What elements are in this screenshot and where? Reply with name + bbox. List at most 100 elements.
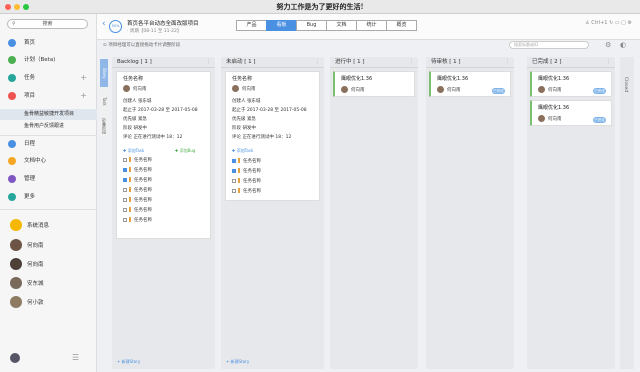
todo-item[interactable]: 任务名称 [123,177,152,184]
todo-item[interactable]: 任务名称 [123,187,152,194]
new-story-button[interactable]: + 新建Story [226,359,249,365]
view-tabs: 产品 看板 Bug 文档 统计 概览 [236,20,417,31]
add-bug-button[interactable]: ✚ 添加Bug [175,148,195,154]
stage-row: 阶段 研发中 [232,126,256,131]
tab-board[interactable]: 看板 [266,20,297,31]
nav-projects[interactable]: 项目 + [0,90,97,102]
closed-column[interactable]: Closed [620,57,634,369]
checkbox[interactable] [123,167,127,172]
menu-icon[interactable]: ☰ [72,353,79,362]
projects-icon [8,92,16,100]
add-task-button[interactable]: ✚ 添加Task [232,148,253,154]
more-icon[interactable]: ⋮ [505,57,511,68]
checkbox[interactable] [232,168,236,173]
add-task-button[interactable]: ✚ 添加Task [123,148,144,154]
nav-docs[interactable]: 文档中心 [0,155,97,167]
more-icon[interactable]: ⋮ [206,57,212,68]
tab-docs[interactable]: 文档 [326,20,357,31]
add-task-icon[interactable]: + [80,72,87,84]
checkbox[interactable] [123,177,127,182]
calendar-icon [8,140,16,148]
card-user: 何向南 [133,87,147,92]
nav-plan[interactable]: 计划（Beta) [0,54,97,66]
story-card[interactable]: 鹰眼优化1.36 何向南 已完成 [429,71,511,97]
story-card[interactable]: 鹰眼优化1.36 何向南 [333,71,415,97]
story-card[interactable]: 任务名称 何向南 创建人 张东城 起止于 2017-03-28 至 2017-0… [116,71,211,239]
column-done: 已完成 [ 2 ] ⋮ 鹰眼优化1.36 何向南 已完成 鹰眼优化1.36 何向南… [527,57,615,369]
nav-more[interactable]: 更多 [0,191,97,203]
gear-icon[interactable]: ⚙ [605,41,611,49]
todo-item[interactable]: 任务名称 [232,158,261,165]
search-input[interactable]: ⚲ 搜索 [7,19,88,29]
checkbox[interactable] [123,157,127,162]
stage-row: 阶段 研发中 [123,126,147,131]
tab-stats[interactable]: 统计 [356,20,387,31]
add-project-icon[interactable]: + [80,90,87,102]
todo-item[interactable]: 任务名称 [123,197,152,204]
search-icon: ⚲ [12,21,16,27]
tasks-icon [8,74,16,82]
column-header: 未启动 [ 1 ] ⋮ [221,57,324,68]
contact-item[interactable]: 何向南 [0,237,97,253]
avatar [538,115,545,122]
system-messages[interactable]: 系统消息 [0,217,97,233]
todo-item[interactable]: 任务名称 [123,157,152,164]
priority-row: 优先级 紧急 [232,117,256,122]
checkbox[interactable] [123,217,127,222]
todo-item[interactable]: 任务名称 [232,188,261,195]
todo-item[interactable]: 任务名称 [123,167,152,174]
divider [0,135,97,136]
story-card[interactable]: 鹰眼优化1.36 何向南 已完成 [530,71,612,97]
checkbox[interactable] [123,207,127,212]
contact-item[interactable]: 何向南 [0,256,97,272]
tab-product[interactable]: 产品 [236,20,267,31]
new-story-button[interactable]: + 新建Story [117,359,140,365]
layout-icon[interactable]: ◐ [620,41,626,49]
column-header: 进行中 [ 1 ] ⋮ [330,57,418,68]
story-card[interactable]: 鹰眼优化1.36 何向南 已完成 [530,100,612,126]
status-badge: 已完成 [593,88,606,94]
todo-item[interactable]: 任务名称 [123,207,152,214]
dates-row: 起止于 2017-03-28 至 2017-05-08 [232,108,307,113]
card-title: 鹰眼优化1.36 [538,105,570,111]
checkbox[interactable] [123,187,127,192]
contact-item[interactable]: 安东城 [0,275,97,291]
tab-overview[interactable]: 概览 [386,20,417,31]
checkbox[interactable] [232,188,236,193]
checkbox[interactable] [232,178,236,183]
tab-bug[interactable]: Bug [296,20,327,31]
todo-item[interactable]: 任务名称 [123,217,152,224]
tab-task[interactable]: Task [100,91,108,111]
tab-story[interactable]: Story [100,59,108,87]
card-user: 何向南 [548,88,562,93]
column-not-started: 未启动 [ 1 ] ⋮ 任务名称 何向南 创建人 张东城 起止于 2017-03-… [221,57,324,369]
board-search-input[interactable]: 搜索标题或ID [509,41,589,49]
home-icon [8,39,16,47]
more-icon[interactable]: ⋮ [315,57,321,68]
project-item[interactable]: 鱼骨精益敏捷开发项目 [0,109,97,120]
nav-admin[interactable]: 管理 [0,173,97,185]
card-user: 何向南 [548,117,562,122]
settings-icon[interactable]: ⚙ [628,20,632,26]
story-card[interactable]: 任务名称 何向南 创建人 张东城 起止于 2017-03-28 至 2017-0… [225,71,320,201]
more-icon[interactable]: ⋮ [606,57,612,68]
nav-schedule[interactable]: 日程 [0,138,97,150]
todo-item[interactable]: 任务名称 [232,178,261,185]
card-user: 何向南 [351,88,365,93]
checkbox[interactable] [232,158,236,163]
more-icon[interactable]: ⋮ [409,57,415,68]
card-title: 鹰眼优化1.36 [538,76,570,82]
card-title: 鹰眼优化1.36 [437,76,469,82]
project-item[interactable]: 鱼骨用户反馈跟进 [0,121,97,132]
contact-item[interactable]: 何小敦 [0,294,97,310]
nav-home[interactable]: 首页 [0,37,97,49]
tab-hide-stages[interactable]: 折叠阶段 [100,114,108,138]
checkbox[interactable] [123,197,127,202]
avatar [10,277,22,289]
nav-tasks[interactable]: 任务 + [0,72,97,84]
window-title: 努力工作是为了更好的生活! [276,2,364,11]
review-row: 评论 正在进行测试中 18：12 [232,135,292,140]
back-icon[interactable]: ‹ [102,19,106,29]
user-avatar[interactable] [10,353,20,363]
todo-item[interactable]: 任务名称 [232,168,261,175]
